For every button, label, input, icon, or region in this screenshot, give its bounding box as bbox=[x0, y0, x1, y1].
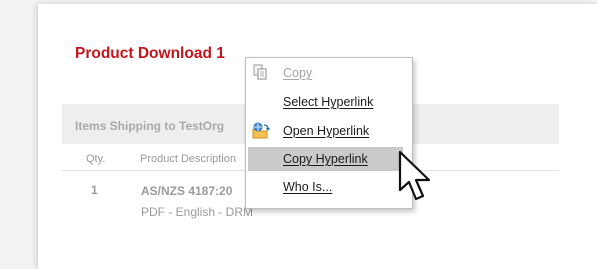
open-hyperlink-icon bbox=[251, 122, 271, 140]
menu-item-label: Who Is... bbox=[283, 180, 333, 194]
item-product-link[interactable]: AS/NZS 4187:20 bbox=[141, 184, 232, 198]
menu-item-label: Select Hyperlink bbox=[283, 95, 374, 109]
copy-icon bbox=[251, 64, 271, 82]
arrow-pointer-icon bbox=[398, 150, 438, 204]
menu-item-label: Copy bbox=[283, 66, 313, 80]
column-header-description: Product Description bbox=[140, 153, 236, 165]
menu-item-label: Copy Hyperlink bbox=[283, 152, 368, 166]
menu-item-copy-hyperlink[interactable]: Copy Hyperlink bbox=[248, 147, 403, 171]
shipping-label: Items Shipping to TestOrg bbox=[75, 119, 225, 133]
menu-item-open-hyperlink[interactable]: Open Hyperlink bbox=[246, 120, 412, 142]
item-format: PDF - English - DRM bbox=[141, 205, 254, 219]
context-menu: Copy Select Hyperlink Open Hyperlink Cop… bbox=[245, 57, 413, 209]
menu-item-copy[interactable]: Copy bbox=[246, 62, 412, 84]
column-header-qty: Qty. bbox=[86, 153, 106, 165]
menu-item-who-is[interactable]: Who Is... bbox=[246, 176, 412, 198]
item-qty: 1 bbox=[91, 183, 98, 197]
menu-item-select-hyperlink[interactable]: Select Hyperlink bbox=[246, 91, 412, 113]
product-title: Product Download 1 bbox=[75, 45, 225, 62]
menu-item-label: Open Hyperlink bbox=[283, 124, 370, 138]
